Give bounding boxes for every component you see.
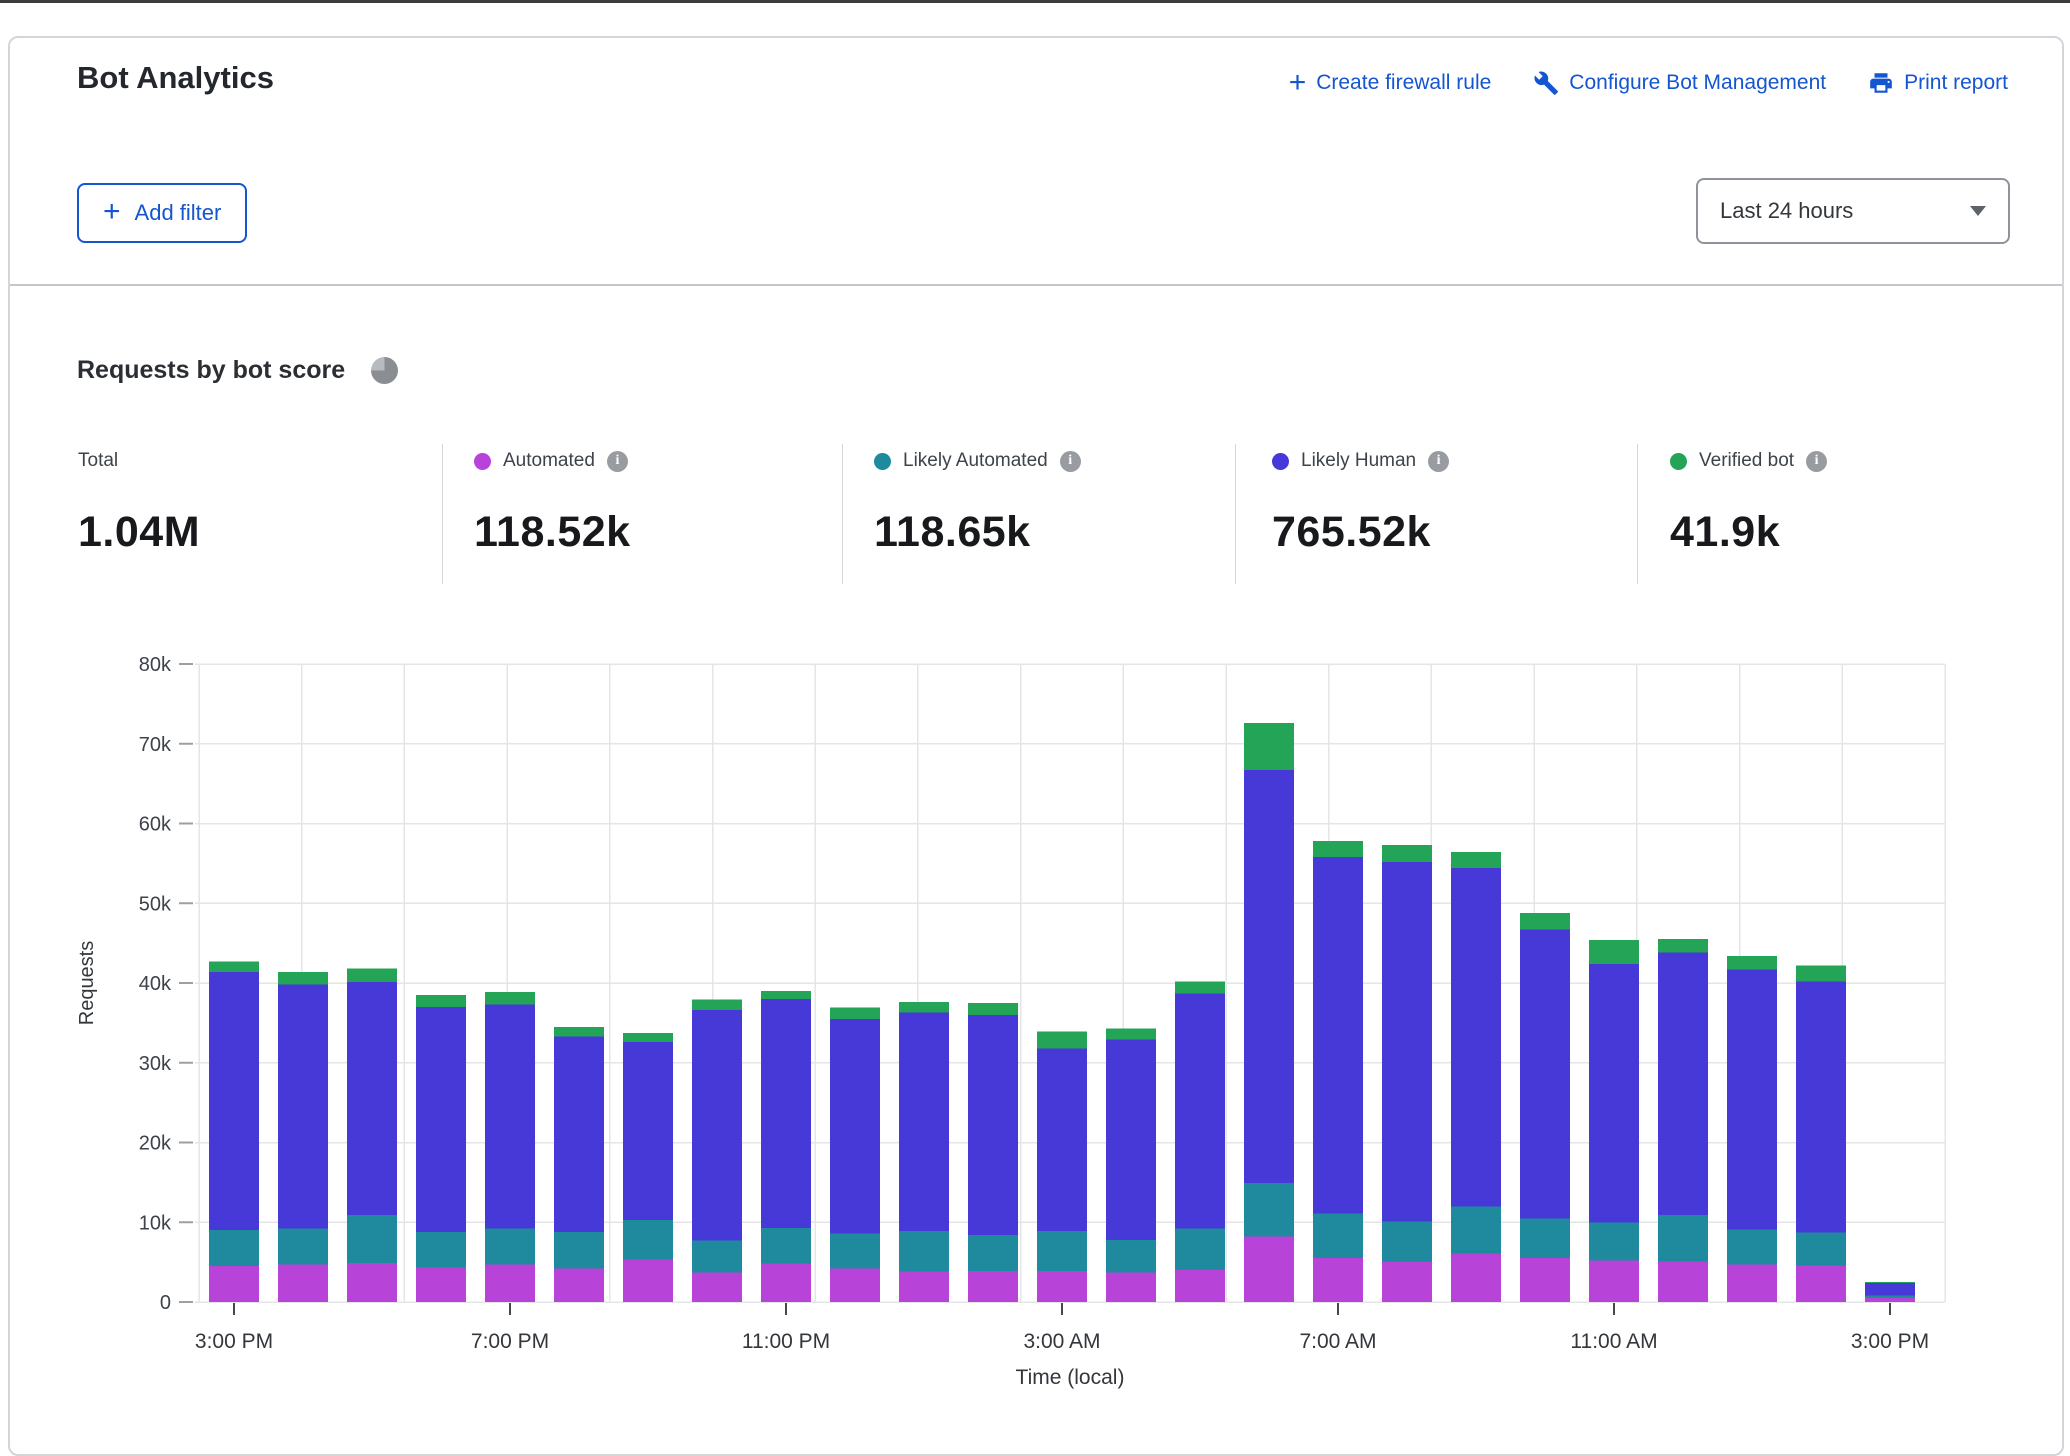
bar-stack[interactable] (1175, 981, 1225, 1302)
configure-bot-management-link[interactable]: Configure Bot Management (1533, 70, 1826, 96)
bar-stack[interactable] (692, 1000, 742, 1302)
bar-stack[interactable] (554, 1027, 604, 1302)
info-icon[interactable]: i (607, 451, 628, 472)
section-heading-row: Requests by bot score (77, 356, 398, 385)
bar-stack[interactable] (1313, 841, 1363, 1302)
bar-stack[interactable] (416, 995, 466, 1302)
legend-dot-verified-bot (1670, 453, 1687, 470)
bar-stack[interactable] (209, 961, 259, 1302)
header-divider (10, 284, 2062, 286)
x-tick-label: 7:00 PM (471, 1330, 549, 1353)
y-tick-label: 10k (139, 1212, 172, 1234)
page-title: Bot Analytics (77, 60, 274, 96)
bot-analytics-card: Bot Analytics + Create firewall rule Con… (8, 36, 2064, 1456)
bar-stack[interactable] (1106, 1028, 1156, 1302)
stat-separator (1235, 444, 1236, 584)
legend-dot-likely-human (1272, 453, 1289, 470)
header-actions: + Create firewall rule Configure Bot Man… (1289, 70, 2008, 96)
legend-dot-likely-automated (874, 453, 891, 470)
bar-stack[interactable] (899, 1002, 949, 1302)
x-tick-label: 3:00 PM (195, 1330, 273, 1353)
stat-label: Automated (503, 450, 595, 472)
stat-separator (442, 444, 443, 584)
add-filter-button[interactable]: + Add filter (77, 183, 247, 243)
bar-stack[interactable] (1382, 845, 1432, 1302)
top-edge-line (0, 0, 2070, 3)
y-tick-label: 20k (139, 1133, 172, 1155)
bar-stack[interactable] (968, 1003, 1018, 1302)
bar-stack[interactable] (1451, 852, 1501, 1302)
bar-stack[interactable] (761, 991, 811, 1302)
x-tick-label: 7:00 AM (1299, 1330, 1376, 1353)
stat-separator (842, 444, 843, 584)
create-firewall-rule-link[interactable]: + Create firewall rule (1289, 71, 1492, 95)
y-tick-label: 30k (139, 1053, 172, 1075)
chevron-down-icon (1970, 206, 1986, 216)
stat-value: 1.04M (78, 508, 200, 557)
y-tick-label: 50k (139, 893, 172, 915)
bar-stack[interactable] (1037, 1032, 1087, 1302)
section-title: Requests by bot score (77, 356, 345, 385)
info-icon[interactable]: i (1060, 451, 1081, 472)
stats-row: Total 1.04M Automated i 118.52k Likely A… (10, 442, 2062, 592)
x-axis-title: Time (local) (1016, 1366, 1125, 1389)
bar-stack[interactable] (1589, 940, 1639, 1302)
stat-label: Total (78, 450, 118, 472)
stat-total: Total 1.04M (78, 448, 200, 557)
bar-stack[interactable] (830, 1008, 880, 1302)
bar-stack[interactable] (485, 992, 535, 1302)
bar-stack[interactable] (1244, 723, 1294, 1302)
x-tick-label: 3:00 AM (1023, 1330, 1100, 1353)
stat-value: 41.9k (1670, 508, 1827, 557)
action-label: Print report (1904, 71, 2008, 95)
y-tick-label: 60k (139, 814, 172, 836)
stat-value: 765.52k (1272, 508, 1449, 557)
stat-value: 118.52k (474, 508, 631, 557)
x-tick-label: 3:00 PM (1851, 1330, 1929, 1353)
y-tick-label: 0 (160, 1292, 171, 1314)
action-label: Create firewall rule (1316, 71, 1491, 95)
bar-stack[interactable] (1520, 913, 1570, 1302)
bot-score-chart-svg: 0 10k 20k 30k 40k 50k 60k 70k 80k 3:00 PM 7:00 PM 1… (77, 632, 1967, 1396)
bar-stack[interactable] (1865, 1282, 1915, 1302)
action-label: Configure Bot Management (1569, 71, 1826, 95)
requests-by-bot-score-chart[interactable]: 0 10k 20k 30k 40k 50k 60k 70k 80k 3:00 PM 7:00 PM 1… (77, 632, 1967, 1396)
y-tick-label: 40k (139, 973, 172, 995)
printer-icon (1868, 70, 1894, 96)
y-tick-label: 70k (139, 734, 172, 756)
bar-stack[interactable] (1796, 965, 1846, 1302)
x-tick-label: 11:00 AM (1570, 1330, 1657, 1353)
time-range-select[interactable]: Last 24 hours (1696, 178, 2010, 244)
stat-label: Likely Automated (903, 450, 1048, 472)
info-icon[interactable]: i (1806, 451, 1827, 472)
bar-stack[interactable] (623, 1033, 673, 1302)
y-tick-label: 80k (139, 654, 172, 676)
stat-label: Verified bot (1699, 450, 1794, 472)
stacked-bars (209, 723, 1915, 1302)
wrench-icon (1533, 70, 1559, 96)
print-report-link[interactable]: Print report (1868, 70, 2008, 96)
plus-icon: + (103, 195, 121, 229)
stat-likely-automated: Likely Automated i 118.65k (874, 448, 1081, 557)
plus-icon: + (1289, 73, 1307, 93)
stat-label: Likely Human (1301, 450, 1416, 472)
pie-chart-icon (371, 357, 398, 384)
y-axis-title: Requests (77, 941, 98, 1026)
x-tick-label: 11:00 PM (742, 1330, 830, 1353)
stat-likely-human: Likely Human i 765.52k (1272, 448, 1449, 557)
bar-stack[interactable] (1658, 939, 1708, 1302)
stat-separator (1637, 444, 1638, 584)
bar-stack[interactable] (347, 969, 397, 1302)
info-icon[interactable]: i (1428, 451, 1449, 472)
stat-verified-bot: Verified bot i 41.9k (1670, 448, 1827, 557)
time-range-value: Last 24 hours (1720, 198, 1853, 224)
legend-dot-automated (474, 453, 491, 470)
bar-stack[interactable] (278, 972, 328, 1302)
x-axis: 3:00 PM 7:00 PM 11:00 PM 3:00 AM 7:00 AM 11:0… (195, 1303, 1929, 1353)
stat-value: 118.65k (874, 508, 1081, 557)
bar-stack[interactable] (1727, 956, 1777, 1302)
stat-automated: Automated i 118.52k (474, 448, 631, 557)
